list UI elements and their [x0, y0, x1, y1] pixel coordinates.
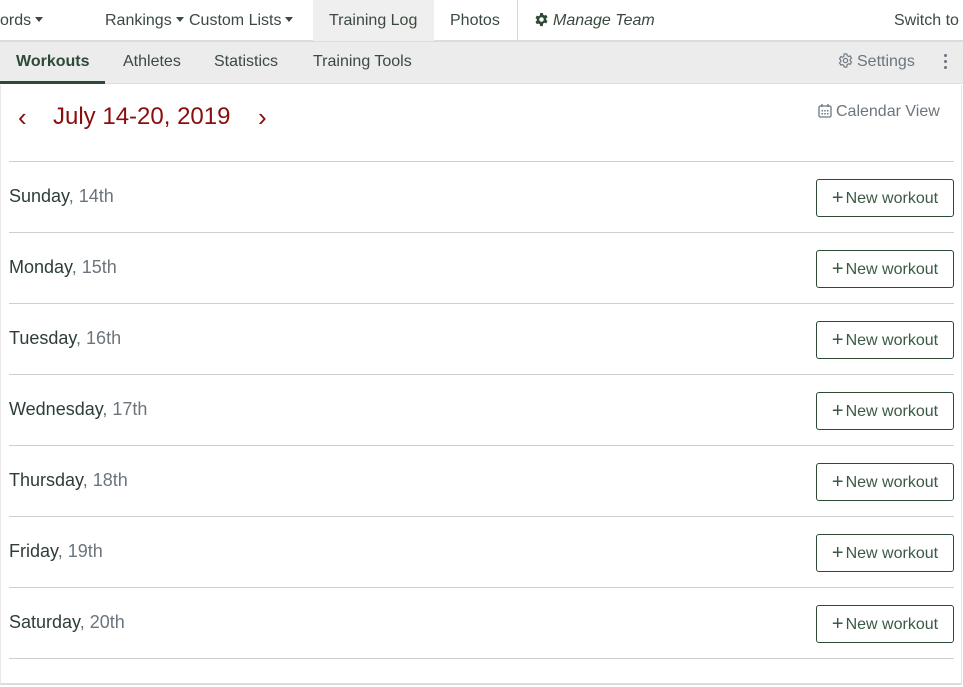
tab-statistics[interactable]: Statistics — [214, 42, 278, 84]
plus-icon: + — [831, 471, 844, 493]
gear-icon — [535, 12, 548, 26]
nav-label: Custom Lists — [189, 12, 282, 29]
nav-label: Training Log — [329, 12, 418, 29]
day-name: Wednesday — [9, 399, 103, 419]
day-label: Saturday, 20th — [9, 612, 125, 633]
calendar-view-link[interactable]: Calendar View — [818, 103, 940, 121]
sub-navbar: Workouts Athletes Statistics Training To… — [0, 42, 963, 84]
caret-down-icon — [285, 16, 294, 22]
day-row-saturday: Saturday, 20th + New workout — [9, 587, 954, 658]
plus-icon: + — [831, 400, 844, 422]
day-row-thursday: Thursday, 18th + New workout — [9, 445, 954, 516]
day-date: , 19th — [57, 541, 103, 561]
day-label: Wednesday, 17th — [9, 399, 147, 420]
calendar-icon — [818, 103, 832, 118]
manage-team-label: Manage Team — [553, 12, 655, 29]
tab-workouts[interactable]: Workouts — [0, 42, 106, 84]
day-label: Tuesday, 16th — [9, 328, 121, 349]
new-workout-button[interactable]: + New workout — [816, 179, 954, 217]
nav-label: Rankings — [105, 12, 172, 29]
day-row-friday: Friday, 19th + New workout — [9, 516, 954, 587]
switch-to-link[interactable]: Switch to — [894, 0, 959, 41]
new-workout-button[interactable]: + New workout — [816, 463, 954, 501]
vertical-ellipsis-icon[interactable] — [938, 52, 952, 72]
button-label: New workout — [845, 261, 939, 278]
tab-athletes[interactable]: Athletes — [123, 42, 181, 84]
new-workout-button[interactable]: + New workout — [816, 534, 954, 572]
button-label: New workout — [845, 332, 939, 349]
day-date: , 20th — [79, 612, 125, 632]
divider — [9, 658, 954, 659]
day-label: Monday, 15th — [9, 257, 117, 278]
button-label: New workout — [845, 190, 939, 207]
button-label: New workout — [845, 616, 939, 633]
new-workout-button[interactable]: + New workout — [816, 250, 954, 288]
new-workout-button[interactable]: + New workout — [816, 605, 954, 643]
calendar-view-label: Calendar View — [836, 103, 940, 120]
nav-item-photos[interactable]: Photos — [450, 0, 500, 41]
day-label: Sunday, 14th — [9, 186, 114, 207]
week-header: ‹ July 14-20, 2019 › Calendar View — [1, 85, 961, 161]
day-date: , 18th — [82, 470, 128, 490]
day-label: Friday, 19th — [9, 541, 103, 562]
caret-down-icon — [35, 16, 44, 22]
nav-item-custom-lists[interactable]: Custom Lists — [189, 0, 294, 41]
training-log-card: ‹ July 14-20, 2019 › Calendar View Sunda… — [0, 85, 962, 685]
settings-button[interactable]: Settings — [838, 42, 915, 82]
day-row-tuesday: Tuesday, 16th + New workout — [9, 303, 954, 374]
button-label: New workout — [845, 403, 939, 420]
plus-icon: + — [831, 258, 844, 280]
settings-label: Settings — [857, 53, 915, 70]
day-date: , 17th — [102, 399, 148, 419]
top-navbar: ords Rankings Custom Lists Training Log … — [0, 0, 963, 42]
plus-icon: + — [831, 542, 844, 564]
day-name: Monday — [9, 257, 72, 277]
new-workout-button[interactable]: + New workout — [816, 392, 954, 430]
day-row-monday: Monday, 15th + New workout — [9, 232, 954, 303]
plus-icon: + — [831, 329, 844, 351]
day-date: , 15th — [71, 257, 117, 277]
day-name: Sunday — [9, 186, 69, 206]
day-name: Thursday — [9, 470, 83, 490]
day-row-wednesday: Wednesday, 17th + New workout — [9, 374, 954, 445]
tab-training-tools[interactable]: Training Tools — [313, 42, 412, 84]
plus-icon: + — [831, 613, 844, 635]
new-workout-button[interactable]: + New workout — [816, 321, 954, 359]
day-name: Tuesday — [9, 328, 77, 348]
gear-outline-icon — [838, 53, 853, 68]
nav-item-rankings[interactable]: Rankings — [105, 0, 184, 41]
nav-item-records[interactable]: ords — [0, 0, 44, 41]
day-name: Friday — [9, 541, 58, 561]
manage-team-link[interactable]: Manage Team — [534, 0, 655, 41]
day-row-sunday: Sunday, 14th + New workout — [9, 161, 954, 232]
nav-label: ords — [0, 12, 32, 29]
button-label: New workout — [845, 545, 939, 562]
day-date: , 16th — [76, 328, 122, 348]
button-label: New workout — [845, 474, 939, 491]
day-date: , 14th — [68, 186, 114, 206]
chevron-left-icon[interactable]: ‹ — [18, 103, 27, 131]
day-name: Saturday — [9, 612, 80, 632]
week-title: July 14-20, 2019 — [53, 103, 231, 130]
nav-item-training-log[interactable]: Training Log — [313, 0, 434, 41]
nav-label: Photos — [450, 12, 500, 29]
caret-down-icon — [175, 16, 184, 22]
plus-icon: + — [831, 187, 844, 209]
day-label: Thursday, 18th — [9, 470, 128, 491]
nav-divider — [517, 0, 518, 41]
chevron-right-icon[interactable]: › — [258, 103, 267, 131]
